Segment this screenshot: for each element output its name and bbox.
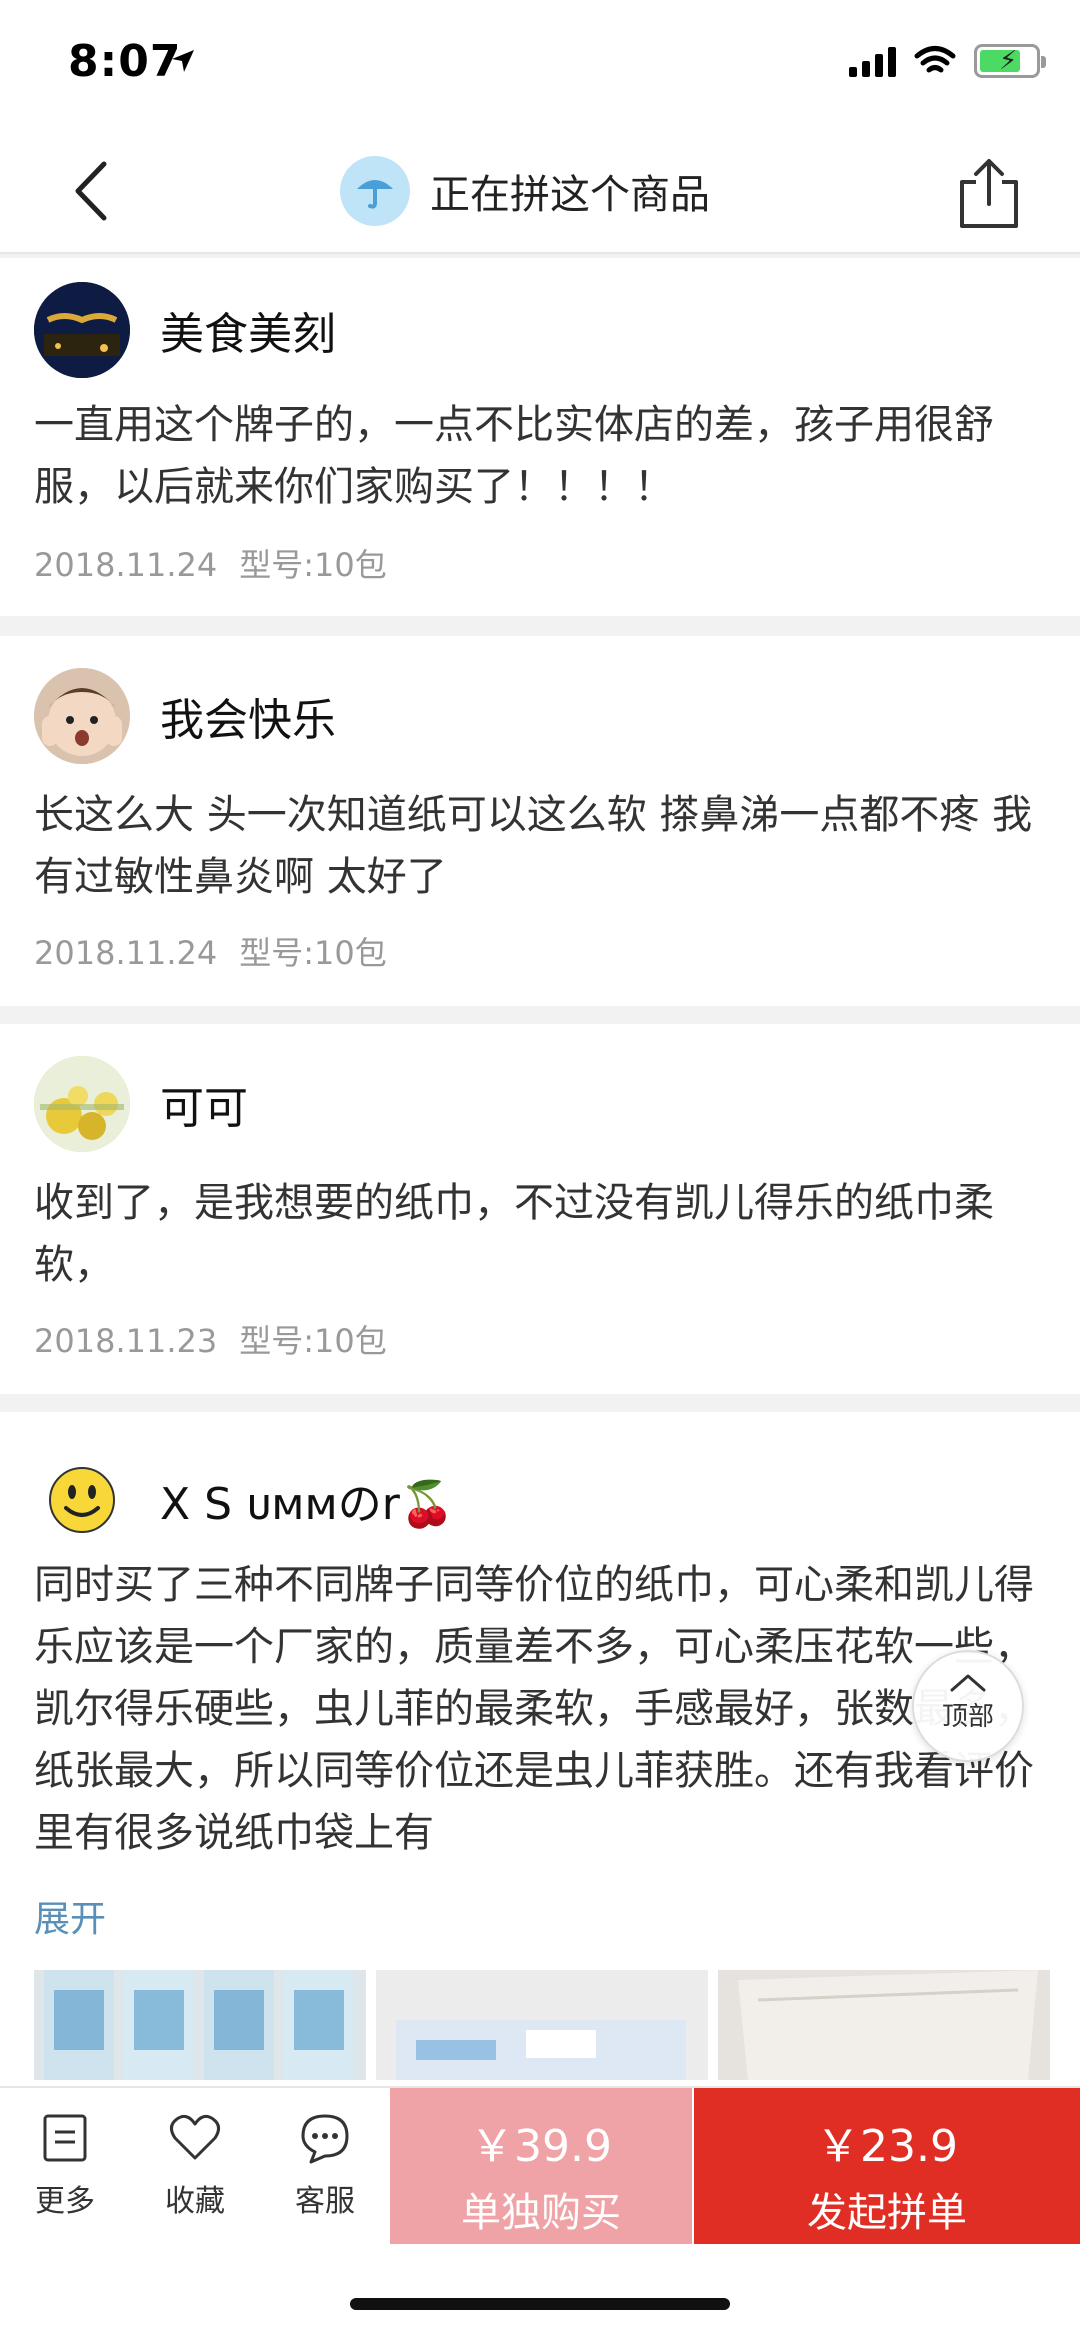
review-photo[interactable]	[34, 1970, 366, 2080]
page-title: 正在拼这个商品	[430, 172, 710, 218]
username: X S ᴜᴍᴍのr🍒	[160, 1479, 455, 1530]
chat-bubble-icon	[301, 2114, 349, 2164]
review-date: 2018.11.23	[34, 1322, 218, 1360]
review-card: 我会快乐 长这么大 头一次知道纸可以这么软 搽鼻涕一点都不疼 我有过敏性鼻炎啊 …	[0, 636, 1080, 1006]
buy-single-button[interactable]: ￥39.9 单独购买	[390, 2088, 692, 2244]
umbrella-logo-icon	[340, 156, 410, 226]
review-card: X S ᴜᴍᴍのr🍒 同时买了三种不同牌子同等价位的纸巾，可心柔和凯儿得乐应该是…	[0, 1412, 1080, 2086]
customer-service-button[interactable]: 客服	[260, 2088, 390, 2244]
wifi-icon	[914, 46, 956, 73]
review-text: 长这么大 头一次知道纸可以这么软 搽鼻涕一点都不疼 我有过敏性鼻炎啊 太好了	[34, 792, 1033, 900]
review-card: 美食美刻 一直用这个牌子的，一点不比实体店的差，孩子用很舒服，以后就来你们家购买…	[0, 258, 1080, 616]
review-text: 收到了，是我想要的纸巾，不过没有凯儿得乐的纸巾柔软，	[34, 1180, 994, 1288]
review-date: 2018.11.24	[34, 934, 218, 972]
single-price: ￥39.9	[470, 2121, 612, 2172]
expand-link[interactable]: 展开	[34, 1890, 106, 1942]
review-photo[interactable]	[376, 1970, 708, 2080]
nav-title-group: 正在拼这个商品	[340, 156, 710, 226]
customer-service-label: 客服	[295, 2184, 355, 2219]
review-spec: 型号:10包	[239, 546, 387, 584]
smiley-face-icon[interactable]	[34, 1452, 130, 1548]
review-text: 一直用这个牌子的，一点不比实体店的差，孩子用很舒服，以后就来你们家购买了！！！！	[34, 402, 994, 510]
group-buy-label: 发起拼单	[807, 2190, 967, 2236]
review-meta: 2018.11.24 型号:10包	[34, 928, 387, 974]
review-meta: 2018.11.23 型号:10包	[34, 1316, 387, 1362]
home-indicator-area	[0, 2244, 1080, 2339]
bottom-action-bar: 更多 收藏 客服 ￥39.9 单独购买 ￥23.9 发起拼单	[0, 2086, 1080, 2244]
avatar[interactable]	[34, 282, 130, 378]
username: 可可	[160, 1083, 248, 1134]
review-meta: 2018.11.24 型号:10包	[34, 540, 387, 586]
username: 美食美刻	[160, 309, 336, 360]
list-icon	[43, 2114, 87, 2162]
more-button[interactable]: 更多	[0, 2088, 130, 2244]
avatar[interactable]	[34, 668, 130, 764]
review-photos	[34, 1970, 1050, 2080]
battery-icon: ⚡	[974, 44, 1046, 78]
location-arrow-icon	[172, 50, 194, 72]
review-spec: 型号:10包	[239, 934, 387, 972]
status-bar: 8:07 ⚡	[0, 0, 1080, 130]
review-photo[interactable]	[718, 1970, 1050, 2080]
review-text: 同时买了三种不同牌子同等价位的纸巾，可心柔和凯儿得乐应该是一个厂家的，质量差不多…	[34, 1562, 1034, 1856]
group-price: ￥23.9	[816, 2121, 958, 2172]
cellular-signal-icon	[849, 45, 896, 77]
home-indicator[interactable]	[350, 2298, 730, 2310]
back-to-top-label: 顶部	[941, 1702, 994, 1732]
share-icon[interactable]	[954, 156, 1024, 232]
back-to-top-button[interactable]: 顶部	[912, 1650, 1024, 1762]
avatar[interactable]	[34, 1056, 130, 1152]
username: 我会快乐	[160, 695, 336, 746]
chevron-up-icon	[950, 1674, 986, 1692]
heart-icon	[170, 2114, 220, 2160]
single-buy-label: 单独购买	[461, 2190, 621, 2236]
nav-bar: 正在拼这个商品	[0, 130, 1080, 254]
favorite-button[interactable]: 收藏	[130, 2088, 260, 2244]
review-spec: 型号:10包	[239, 1322, 387, 1360]
review-date: 2018.11.24	[34, 546, 218, 584]
favorite-label: 收藏	[165, 2184, 225, 2219]
status-time: 8:07	[68, 36, 182, 87]
start-group-buy-button[interactable]: ￥23.9 发起拼单	[694, 2088, 1080, 2244]
review-card: 可可 收到了，是我想要的纸巾，不过没有凯儿得乐的纸巾柔软， 2018.11.23…	[0, 1024, 1080, 1394]
more-label: 更多	[35, 2184, 95, 2219]
back-arrow-icon[interactable]	[60, 156, 130, 226]
